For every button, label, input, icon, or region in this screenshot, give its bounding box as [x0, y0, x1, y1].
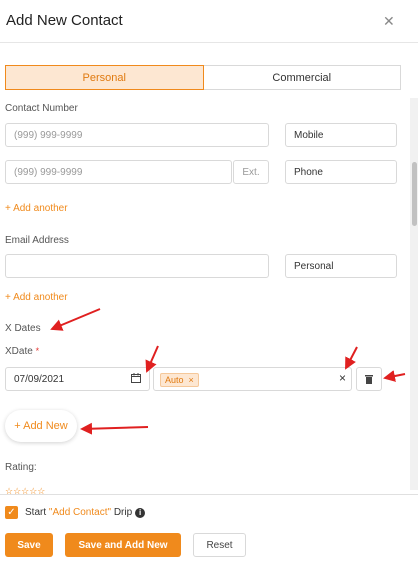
- modal-title: Add New Contact: [6, 12, 123, 29]
- rating-stars[interactable]: ☆☆☆☆☆: [5, 486, 45, 497]
- scrollbar-track[interactable]: [410, 98, 418, 490]
- email-type-select[interactable]: Personal: [285, 254, 397, 278]
- phone-ext-input[interactable]: Ext.: [233, 160, 269, 184]
- tag-remove-icon[interactable]: ×: [189, 375, 194, 385]
- tag-auto: Auto ×: [160, 373, 199, 387]
- add-another-email-link[interactable]: + Add another: [5, 292, 68, 303]
- trash-icon[interactable]: [356, 367, 382, 391]
- rating-label: Rating:: [5, 462, 37, 473]
- arrow-xdates-label: [50, 308, 101, 331]
- email-address-label: Email Address: [5, 235, 69, 246]
- drip-prefix: Start: [25, 507, 49, 518]
- info-icon[interactable]: i: [135, 508, 146, 518]
- tab-personal[interactable]: Personal: [5, 65, 204, 90]
- tab-commercial[interactable]: Commercial: [203, 65, 401, 90]
- close-icon[interactable]: ✕: [383, 13, 395, 30]
- clear-icon[interactable]: ×: [339, 371, 346, 385]
- scrollbar-thumb[interactable]: [412, 162, 417, 226]
- save-button[interactable]: Save: [5, 533, 53, 557]
- email-input[interactable]: [5, 254, 269, 278]
- xdate-date-value: 07/09/2021: [14, 373, 65, 385]
- drip-suffix: Drip: [111, 507, 133, 518]
- footer-divider: [0, 494, 418, 495]
- reset-button[interactable]: Reset: [193, 533, 246, 557]
- drip-checkbox[interactable]: ✓: [5, 506, 18, 519]
- tag-auto-label: Auto: [165, 375, 184, 385]
- xdate-date-input[interactable]: 07/09/2021: [5, 367, 150, 391]
- modal-header: Add New Contact ✕: [0, 0, 418, 43]
- required-marker: *: [35, 346, 40, 356]
- xdate-label-text: XDate: [5, 346, 33, 357]
- arrow-trash: [383, 370, 406, 382]
- contact-number-label: Contact Number: [5, 103, 78, 114]
- calendar-icon[interactable]: [131, 372, 141, 386]
- save-and-add-new-button[interactable]: Save and Add New: [65, 533, 181, 557]
- xdates-section-label: X Dates: [5, 323, 41, 334]
- phone-number-input-1[interactable]: (999) 999-9999: [5, 123, 269, 147]
- drip-name: "Add Contact": [48, 507, 112, 518]
- arrow-add-new: [80, 422, 149, 435]
- xdate-field-label: XDate *: [5, 346, 39, 357]
- phone-number-input-2[interactable]: (999) 999-9999: [5, 160, 232, 184]
- phone-type-select-2[interactable]: Phone: [285, 160, 397, 184]
- add-new-xdate-button[interactable]: + Add New: [5, 410, 77, 442]
- drip-label: Start "Add Contact" Drip i: [25, 507, 146, 518]
- arrow-clear: [345, 346, 358, 370]
- add-another-phone-link[interactable]: + Add another: [5, 203, 68, 214]
- phone-type-select-1[interactable]: Mobile: [285, 123, 397, 147]
- contact-type-tabs: Personal Commercial: [5, 65, 401, 90]
